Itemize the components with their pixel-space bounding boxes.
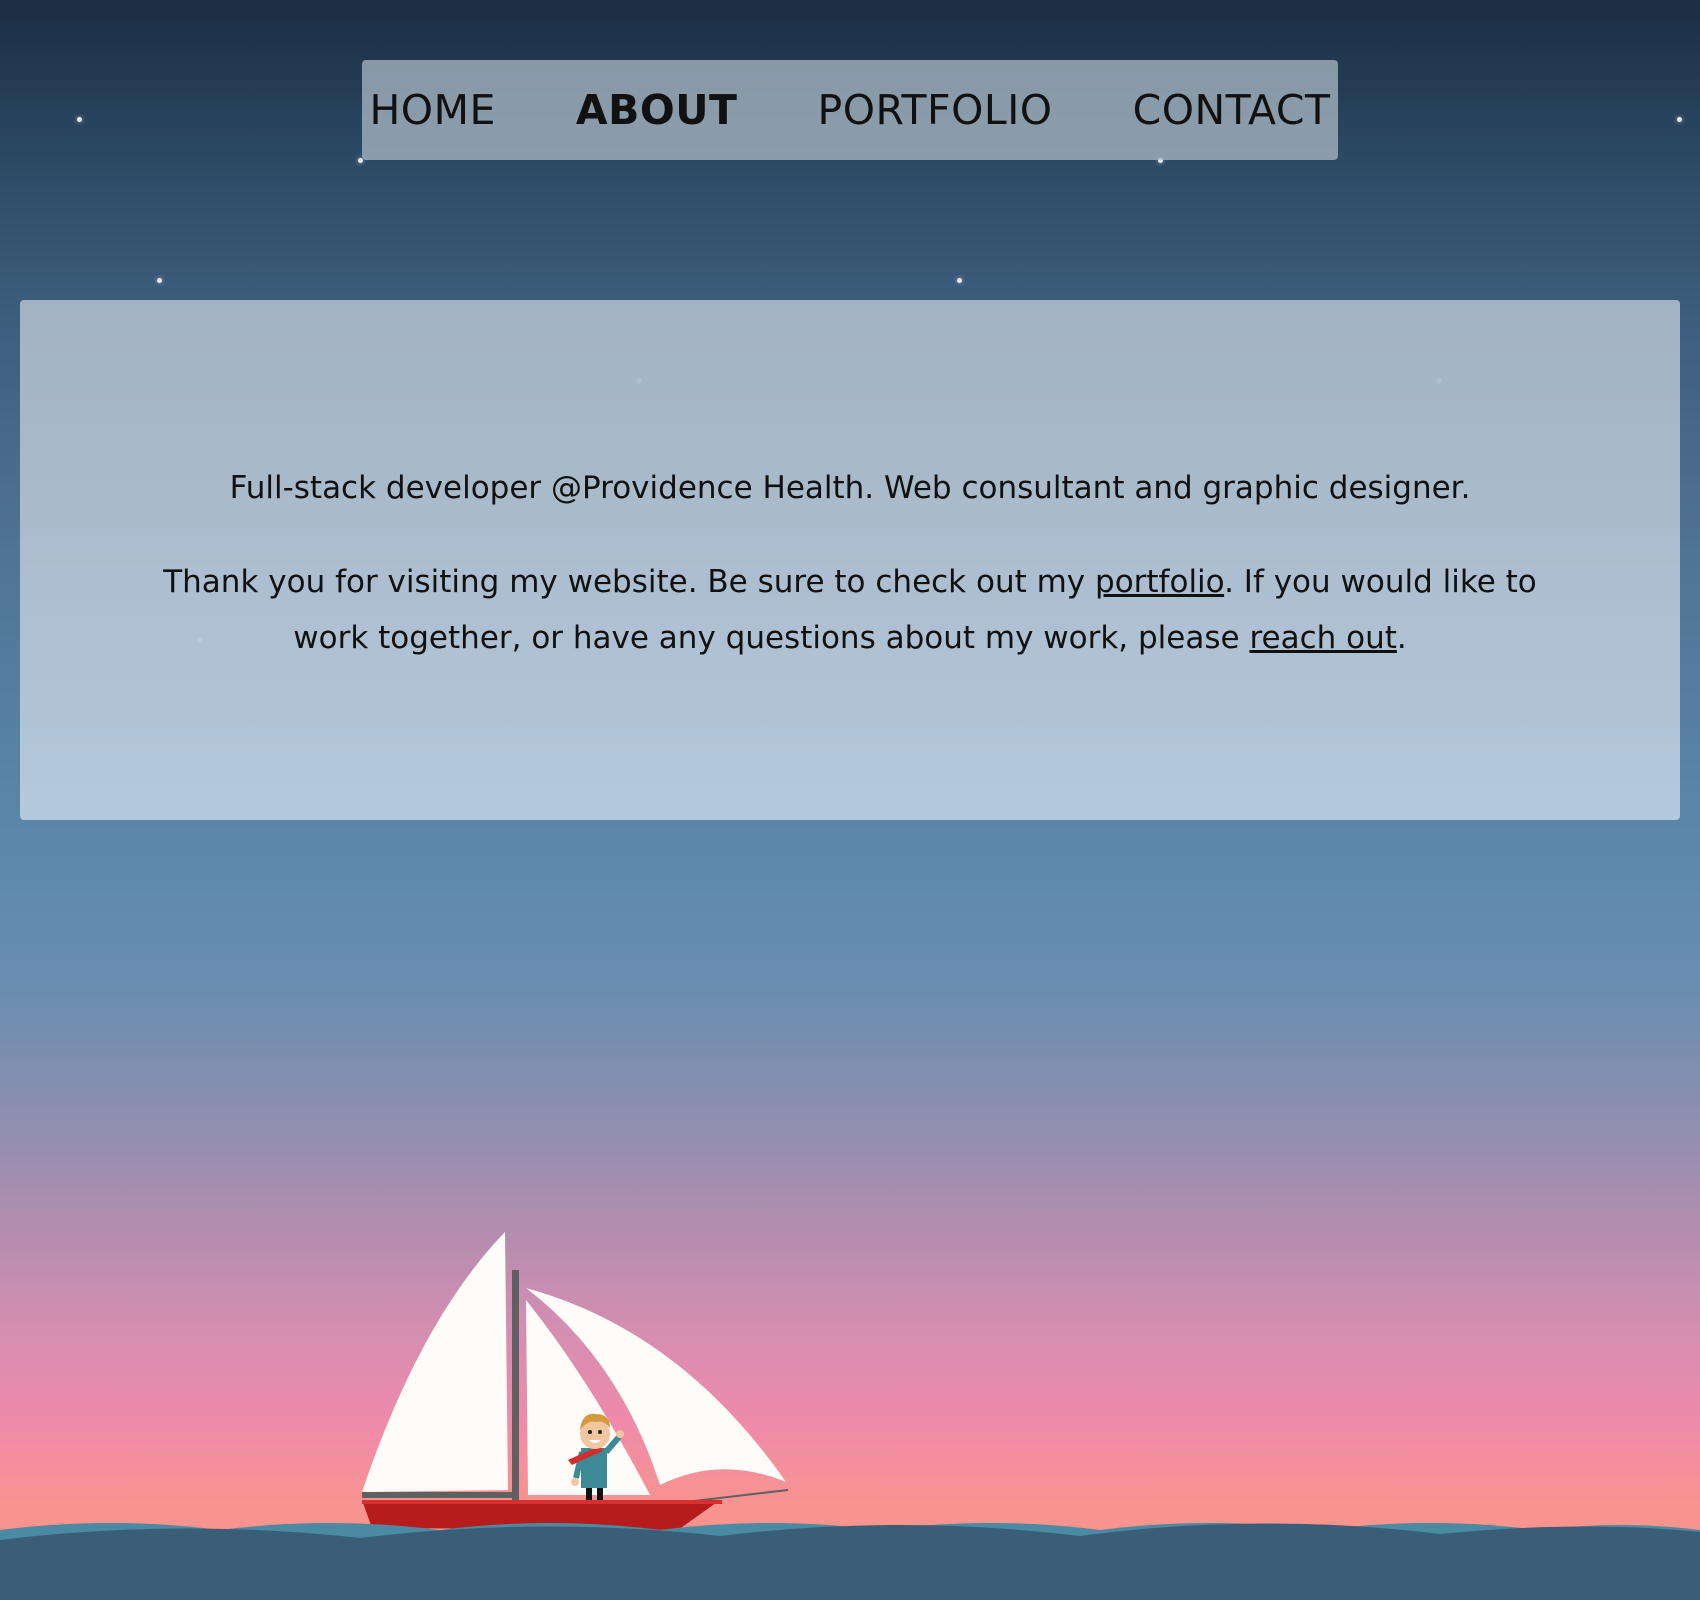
hull-stripe [362,1500,722,1504]
sailboat-illustration [362,1232,789,1530]
ocean-scene [0,1232,1700,1600]
boom [362,1492,518,1498]
sea [0,1523,1700,1600]
main-sail [362,1232,508,1492]
mast [512,1270,519,1506]
